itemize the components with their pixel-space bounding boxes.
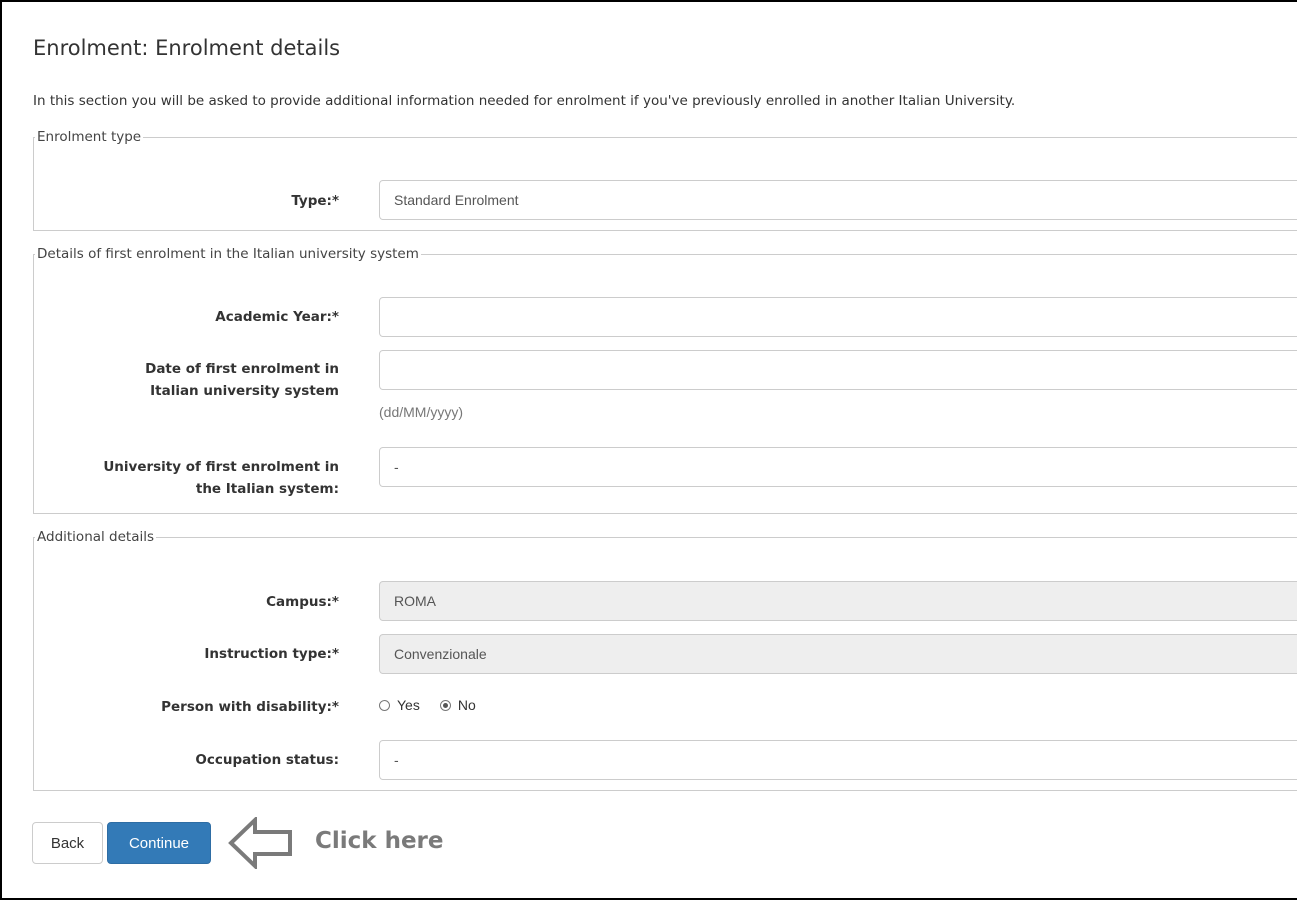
page-frame: Enrolment: Enrolment details In this sec… (0, 0, 1297, 900)
type-select[interactable]: Standard Enrolment (379, 180, 1297, 220)
first-enrolment-date-label-line2: Italian university system (150, 383, 339, 399)
campus-field: ROMA (379, 581, 1297, 621)
first-enrolment-date-label-line1: Date of first enrolment in (145, 361, 339, 377)
first-enrolment-date-label: Date of first enrolment in Italian unive… (49, 358, 339, 402)
disability-yes-label[interactable]: Yes (397, 697, 420, 713)
academic-year-label: Academic Year:* (215, 309, 339, 325)
additional-details-legend: Additional details (37, 529, 155, 545)
enrolment-type-section: Enrolment type Type:* Standard Enrolment (33, 129, 1297, 231)
type-label: Type:* (291, 193, 339, 209)
first-university-label: University of first enrolment in the Ita… (49, 456, 339, 500)
date-format-hint: (dd/MM/yyyy) (379, 404, 463, 420)
instruction-type-label: Instruction type:* (204, 646, 339, 662)
occupation-status-label: Occupation status: (195, 752, 339, 768)
first-enrolment-section: Details of first enrolment in the Italia… (33, 246, 1297, 514)
page-title: Enrolment: Enrolment details (33, 36, 341, 60)
occupation-status-select[interactable]: - (379, 740, 1297, 780)
instruction-type-field: Convenzionale (379, 634, 1297, 674)
intro-text: In this section you will be asked to pro… (33, 93, 1016, 109)
disability-yes-radio[interactable] (379, 699, 390, 711)
first-university-select[interactable]: - (379, 447, 1297, 487)
disability-label: Person with disability:* (161, 699, 339, 715)
first-university-label-line2: the Italian system: (195, 481, 339, 497)
enrolment-type-legend: Enrolment type (37, 129, 142, 145)
first-enrolment-legend: Details of first enrolment in the Italia… (37, 246, 419, 262)
disability-radio-group: Yes No (379, 697, 476, 713)
continue-button[interactable]: Continue (107, 822, 211, 864)
campus-label: Campus:* (266, 594, 339, 610)
academic-year-input[interactable] (379, 297, 1297, 337)
click-here-annotation: Click here (315, 828, 444, 854)
first-enrolment-date-input[interactable] (379, 350, 1297, 390)
back-button[interactable]: Back (32, 822, 103, 864)
additional-details-section: Additional details Campus:* ROMA Instruc… (33, 529, 1297, 791)
disability-no-radio[interactable] (439, 699, 451, 711)
disability-no-label[interactable]: No (458, 697, 476, 713)
left-arrow-icon (228, 817, 292, 869)
first-university-label-line1: University of first enrolment in (103, 459, 339, 475)
